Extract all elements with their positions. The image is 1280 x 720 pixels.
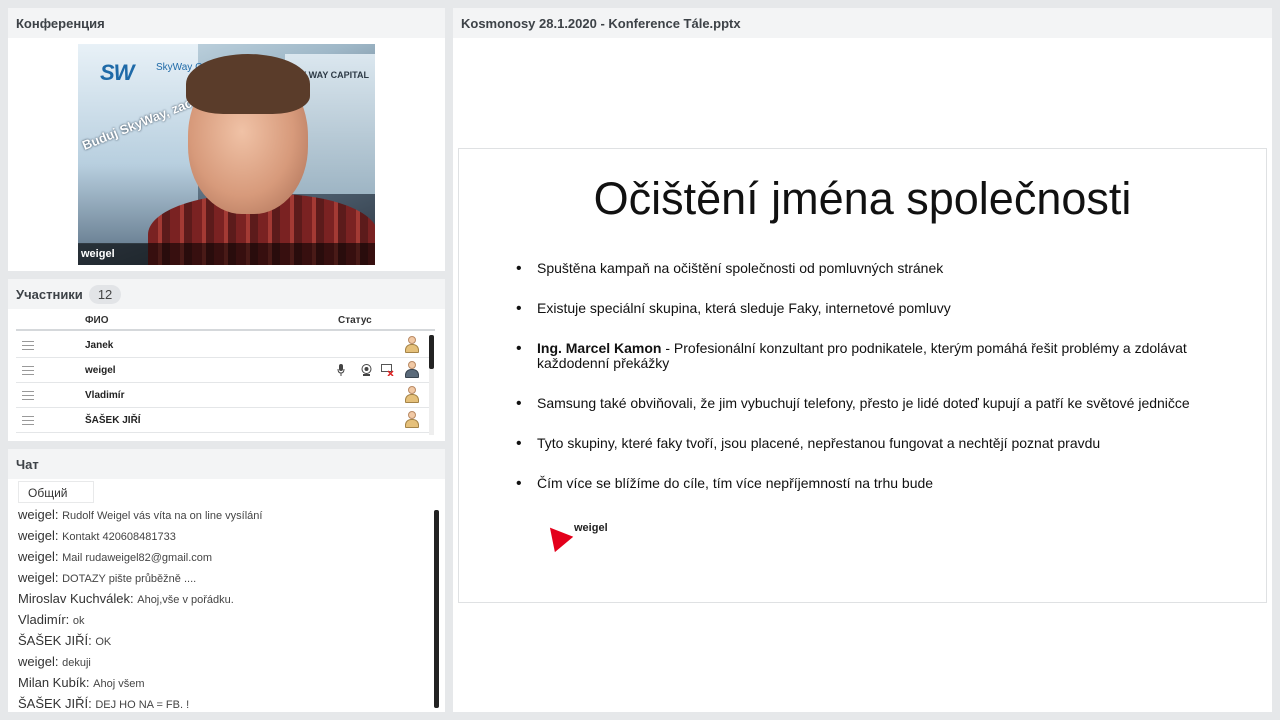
chat-message: Miroslav Kuchválek: Ahoj,vše v pořádku. [8, 588, 445, 609]
slide-bullet: Spuštěna kampaň na očištění společnosti … [513, 260, 1223, 277]
chat-tab-general[interactable]: Общий [18, 481, 94, 503]
laser-pointer-icon [540, 519, 574, 553]
chat-messages: weigel: Rudolf Weigel vás víta na on lin… [8, 504, 445, 712]
message-author: weigel: [18, 507, 59, 522]
user-icon [405, 336, 419, 354]
message-text: DEJ HO NA = FB. ! [95, 699, 190, 711]
pointer-label: weigel [574, 522, 608, 534]
user-icon [405, 411, 419, 429]
slide-bullet: Tyto skupiny, které faky tvoří, jsou pla… [513, 435, 1223, 452]
chat-message: Vladimír: ok [8, 609, 445, 630]
bullet-bold: Ing. Marcel Kamon [537, 340, 662, 356]
bullet-text: Čím více se blížíme do cíle, tím více ne… [537, 475, 934, 491]
participants-header: Участники 12 [8, 279, 445, 309]
chat-title: Чат [8, 449, 445, 479]
microphone-icon[interactable] [334, 363, 348, 377]
participants-scrollbar[interactable] [429, 335, 434, 435]
chat-message: ŠAŠEK JIŘÍ: DEJ HO NA = FB. ! [8, 693, 445, 712]
participant-row[interactable]: Vladimír [16, 383, 430, 408]
participants-panel: Участники 12 ФИО Статус Janek weigel Vla… [8, 279, 445, 441]
slide-bullets: Spuštěna kampaň na očištění společnosti … [513, 260, 1223, 492]
chat-message: weigel: dekuji [8, 651, 445, 672]
bullet-text: Existuje speciální skupina, která sleduj… [537, 300, 951, 316]
skyway-logo: SW [100, 60, 134, 85]
slide-bullet: Existuje speciální skupina, která sleduj… [513, 300, 1223, 317]
message-text: dekuji [62, 657, 91, 669]
scrollbar-thumb[interactable] [429, 335, 434, 369]
drag-handle-icon[interactable] [22, 391, 34, 400]
participant-row[interactable]: weigel [16, 358, 430, 383]
message-author: Milan Kubík: [18, 675, 90, 690]
chat-scrollbar[interactable] [434, 510, 439, 708]
slide-bullet: Čím více se blížíme do cíle, tím více ne… [513, 475, 1223, 492]
webcam-icon[interactable] [359, 363, 373, 377]
chat-message: Milan Kubík: Ahoj všem [8, 672, 445, 693]
message-text: Mail rudaweigel82@gmail.com [62, 552, 213, 564]
message-author: Miroslav Kuchválek: [18, 591, 134, 606]
participants-columns: ФИО Статус [16, 313, 435, 331]
chat-message: weigel: Kontakt 420608481733 [8, 525, 445, 546]
chat-message: weigel: Rudolf Weigel vás víta na on lin… [8, 504, 445, 525]
bullet-text: Tyto skupiny, které faky tvoří, jsou pla… [537, 435, 1101, 451]
message-author: weigel: [18, 654, 59, 669]
presentation-slide: Očištění jména společnosti Spuštěna kamp… [458, 148, 1267, 603]
participant-row[interactable]: Janek [16, 333, 430, 358]
chat-message: weigel: DOTAZY pište průběžně .... [8, 567, 445, 588]
presentation-title: Kosmonosy 28.1.2020 - Konference Tále.pp… [453, 8, 1272, 38]
message-author: weigel: [18, 549, 59, 564]
drag-handle-icon[interactable] [22, 416, 34, 425]
participant-name: Vladimír [85, 390, 125, 401]
participant-name: Janek [85, 340, 114, 351]
message-text: DOTAZY pište průběžně .... [62, 573, 197, 585]
chat-message: ŠAŠEK JIŘÍ: OK [8, 630, 445, 651]
chat-message: weigel: Mail rudaweigel82@gmail.com [8, 546, 445, 567]
message-text: Ahoj všem [93, 678, 145, 690]
drag-handle-icon[interactable] [22, 366, 34, 375]
message-author: weigel: [18, 570, 59, 585]
participant-name: ŠAŠEK JIŘÍ [85, 415, 141, 426]
video-feed[interactable]: SW SkyWay Capital SKY WAY CAPITAL Buduj … [78, 44, 375, 265]
message-author: ŠAŠEK JIŘÍ: [18, 696, 92, 711]
video-label: weigel [78, 243, 375, 265]
user-icon [405, 386, 419, 404]
participants-list: Janek weigel Vladimír ŠAŠEK JIŘÍ [16, 333, 430, 433]
column-status: Статус [338, 315, 372, 326]
message-text: OK [95, 636, 112, 648]
screen-share-off-icon[interactable] [380, 363, 394, 377]
message-author: weigel: [18, 528, 59, 543]
bullet-text: Spuštěna kampaň na očištění společnosti … [537, 260, 944, 276]
message-text: ok [72, 615, 85, 627]
bullet-text: Samsung také obviňovali, že jim vybuchuj… [537, 395, 1190, 411]
message-text: Rudolf Weigel vás víta na on line vysílá… [62, 510, 263, 522]
slide-bullet: Ing. Marcel Kamon - Profesionální konzul… [513, 341, 1223, 371]
chat-panel: Чат Общий weigel: Rudolf Weigel vás víta… [8, 449, 445, 712]
participant-name: weigel [85, 365, 116, 376]
message-text: Kontakt 420608481733 [62, 531, 176, 543]
message-text: Ahoj,vše v pořádku. [137, 594, 234, 606]
participants-title: Участники [16, 286, 83, 302]
message-author: ŠAŠEK JIŘÍ: [18, 633, 92, 648]
presenter-user-icon [405, 361, 419, 379]
message-author: Vladimír: [18, 612, 70, 627]
slide-bullet: Samsung také obviňovali, že jim vybuchuj… [513, 395, 1223, 412]
participants-count-badge: 12 [88, 284, 122, 304]
slide-title: Očištění jména společnosti [593, 173, 1132, 224]
conference-title: Конференция [8, 8, 445, 38]
presentation-panel: Kosmonosy 28.1.2020 - Konference Tále.pp… [453, 8, 1272, 712]
speaker-hair [186, 54, 310, 114]
conference-panel: Конференция SW SkyWay Capital SKY WAY CA… [8, 8, 445, 271]
participant-row[interactable]: ŠAŠEK JIŘÍ [16, 408, 430, 433]
column-name: ФИО [85, 315, 109, 326]
drag-handle-icon[interactable] [22, 341, 34, 350]
